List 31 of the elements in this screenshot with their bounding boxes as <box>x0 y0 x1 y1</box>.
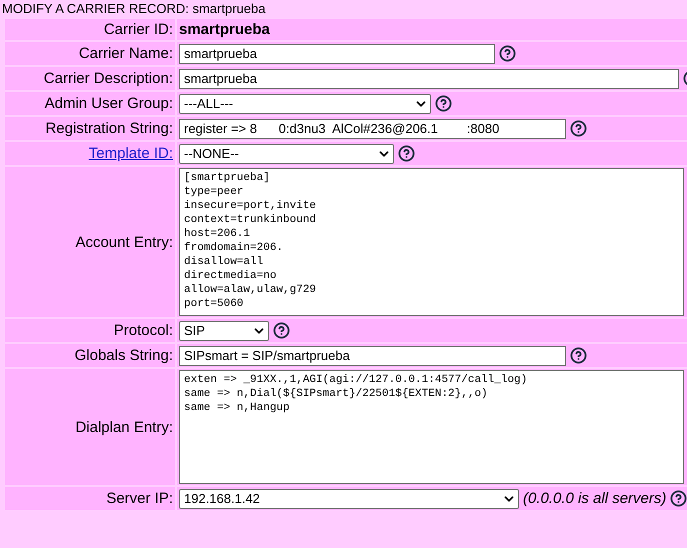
field-label: Dialplan Entry: <box>75 418 173 436</box>
field-label: Globals String: <box>74 347 173 364</box>
help-icon[interactable] <box>398 145 415 162</box>
field-label: Admin User Group: <box>44 95 173 112</box>
dropdown[interactable]: 192.168.1.42 <box>179 488 519 508</box>
field-label: Account Entry: <box>75 234 173 250</box>
text-field[interactable]: SIPsmart = SIP/smartprueba <box>179 346 566 366</box>
text-field[interactable]: register => 8 0:d3nu3 AlCol#236@206.1 :8080 <box>179 118 566 138</box>
field-label: Carrier Description: <box>44 70 173 87</box>
page-title: MODIFY A CARRIER RECORD: smartprueba <box>1 0 266 17</box>
field-label-link[interactable]: Template ID: <box>88 145 173 162</box>
field-label: Carrier ID: <box>104 21 173 38</box>
dropdown[interactable]: SIP <box>179 320 269 340</box>
text-area[interactable]: exten => _91XX.,1,AGI(agi://127.0.0.1:4577/call_log) same => n,Dial(${SIPsmart}/22501${EXTEN:2},,o) same => n,Hangup <box>179 370 684 484</box>
text-field[interactable]: smartprueba <box>179 44 495 64</box>
carrier-id-value: smartprueba <box>179 21 270 38</box>
text-field[interactable]: smartprueba <box>179 68 679 88</box>
help-icon[interactable] <box>570 347 587 364</box>
field-label: Registration String: <box>45 120 173 137</box>
text-area[interactable]: [smartprueba] type=peer insecure=port,invite context=trunkinbound host=206.1 fromdomain=206. disallow=all directmedia=no allow=alaw,ulaw,g729 port=5060 <box>179 168 684 316</box>
hint-note: (0.0.0.0 is all servers) <box>523 490 666 507</box>
dropdown[interactable]: --NONE-- <box>179 144 394 164</box>
help-icon[interactable] <box>570 120 587 137</box>
help-icon[interactable] <box>670 490 687 507</box>
help-icon[interactable] <box>499 45 516 62</box>
help-icon[interactable] <box>273 322 290 339</box>
field-label: Protocol: <box>114 322 173 339</box>
field-label: Carrier Name: <box>78 45 173 62</box>
field-label: Server IP: <box>106 490 173 507</box>
help-icon[interactable] <box>435 95 452 112</box>
dropdown[interactable]: ---ALL--- <box>179 94 431 114</box>
